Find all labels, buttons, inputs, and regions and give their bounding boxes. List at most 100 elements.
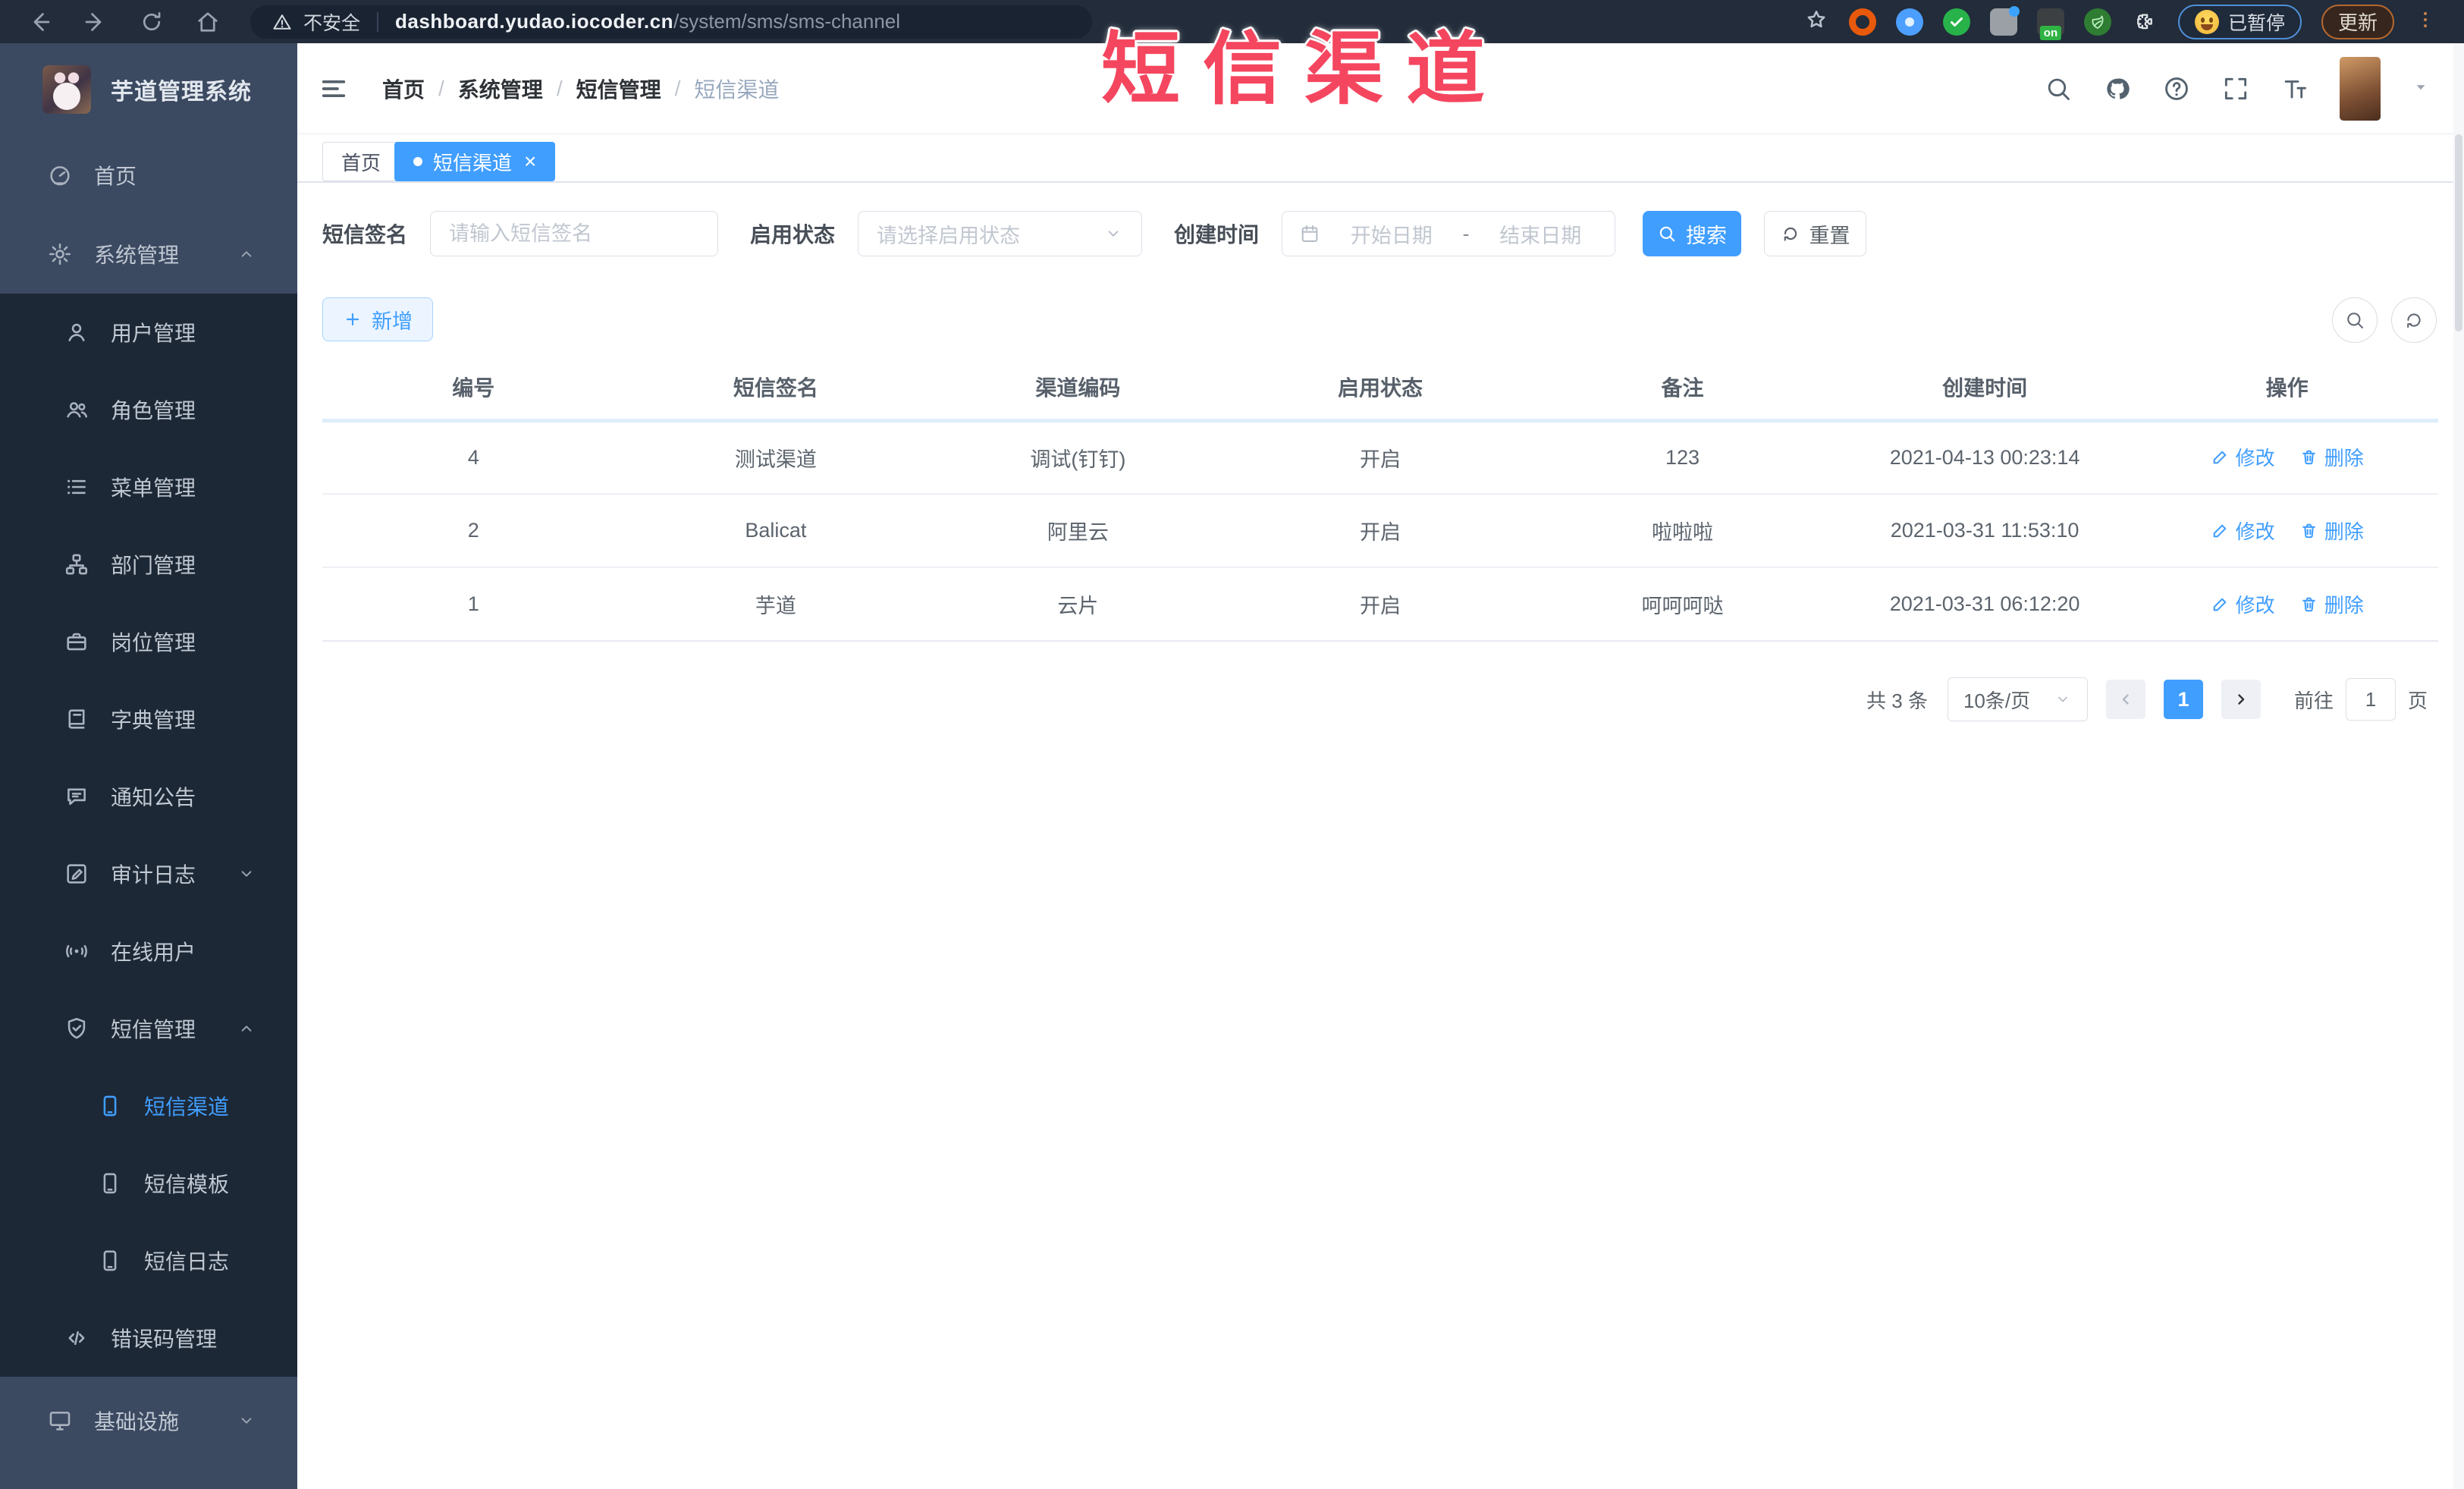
check-extension-icon[interactable] [1942, 8, 1970, 36]
sidebar-item-在线用户[interactable]: 在线用户 [0, 913, 297, 990]
sign-input[interactable] [430, 211, 719, 256]
phone-icon [97, 1093, 123, 1119]
browser-back-icon[interactable] [26, 8, 53, 36]
app-logo-row[interactable]: 芋道管理系统 [0, 43, 297, 136]
next-page-button[interactable] [2221, 680, 2261, 719]
sidebar-item-审计日志[interactable]: 审计日志 [0, 835, 297, 913]
paused-extension-chip[interactable]: 已暂停 [2177, 4, 2302, 39]
browser-menu-icon[interactable] [2414, 8, 2437, 35]
sign-label: 短信签名 [322, 223, 408, 247]
sidebar-item-label: 菜单管理 [111, 476, 196, 500]
goto-page-input[interactable] [2345, 678, 2396, 721]
sidebar-item-基础设施[interactable]: 基础设施 [0, 1381, 297, 1460]
sidebar-item-通知公告[interactable]: 通知公告 [0, 758, 297, 835]
security-label: 不安全 [303, 12, 361, 34]
user-menu-caret-icon[interactable] [2411, 77, 2431, 101]
delete-link[interactable]: 删除 [2299, 443, 2364, 471]
on-badge-extension-icon[interactable]: on [2036, 8, 2064, 40]
delete-link[interactable]: 删除 [2299, 590, 2364, 618]
github-icon[interactable] [2103, 74, 2132, 103]
ring-extension-icon[interactable] [1848, 8, 1876, 36]
breadcrumb-item[interactable]: 首页 [382, 74, 425, 104]
status-select[interactable]: 请选择启用状态 [858, 211, 1143, 256]
paused-label: 已暂停 [2227, 12, 2285, 34]
arrow-left-icon [2117, 690, 2135, 708]
column-header: 启用状态 [1229, 355, 1532, 423]
sidebar-item-label: 系统管理 [94, 243, 180, 267]
tab-close-icon[interactable]: × [524, 151, 536, 172]
plus-icon [343, 309, 363, 329]
sidebar-item-首页[interactable]: 首页 [0, 136, 297, 215]
tab-home[interactable]: 首页 [322, 142, 400, 181]
edit-link[interactable]: 修改 [2211, 590, 2275, 618]
docs-question-icon[interactable] [2162, 74, 2191, 103]
edit-link[interactable]: 修改 [2211, 443, 2275, 471]
table-row: 1 芋道 云片 开启 呵呵呵哒 2021-03-31 06:12:20 修改 删除 [322, 567, 2438, 642]
insecure-warning-icon [272, 11, 293, 33]
sidebar-item-label: 审计日志 [111, 863, 196, 887]
browser-reload-icon[interactable] [138, 8, 165, 36]
column-header: 短信签名 [624, 355, 928, 423]
tab-sms-channel[interactable]: 短信渠道 × [394, 142, 556, 181]
time-label: 创建时间 [1174, 223, 1260, 247]
table-cell: 开启 [1229, 420, 1532, 495]
date-range-picker[interactable]: 开始日期 - 结束日期 [1282, 211, 1616, 256]
app-window: 不安全 dashboard.yudao.iocoder.cn /system/s… [0, 0, 2464, 1489]
sidebar-item-短信渠道[interactable]: 短信渠道 [0, 1067, 297, 1145]
sidebar-item-label: 通知公告 [111, 786, 196, 809]
sidebar-fold-icon[interactable] [319, 74, 349, 108]
search-button[interactable]: 搜索 [1643, 211, 1742, 256]
sidebar-item-错误码管理[interactable]: 错误码管理 [0, 1299, 297, 1377]
user-avatar[interactable] [2340, 57, 2381, 121]
breadcrumb-item: 短信渠道 [694, 78, 780, 102]
breadcrumb-item[interactable]: 短信管理 [576, 74, 661, 104]
sidebar-item-菜单管理[interactable]: 菜单管理 [0, 448, 297, 526]
announcement-icon [64, 784, 89, 809]
tool-extension-icon[interactable] [1989, 5, 2020, 36]
add-button[interactable]: 新增 [322, 297, 433, 341]
breadcrumb-separator: / [438, 77, 444, 100]
browser-home-icon[interactable] [194, 8, 221, 36]
sidebar-item-短信管理[interactable]: 短信管理 [0, 990, 297, 1067]
browser-update-button[interactable]: 更新 [2321, 4, 2394, 39]
sidebar-item-岗位管理[interactable]: 岗位管理 [0, 603, 297, 680]
table-cell: 2021-03-31 11:53:10 [1833, 494, 2136, 568]
edit-link[interactable]: 修改 [2211, 517, 2275, 545]
table-cell: 云片 [927, 567, 1229, 642]
gear-icon [47, 241, 73, 267]
edit-icon [2211, 521, 2230, 540]
sidebar-item-字典管理[interactable]: 字典管理 [0, 680, 297, 758]
sidebar-item-角色管理[interactable]: 角色管理 [0, 371, 297, 448]
breadcrumb-separator: / [674, 77, 681, 100]
status-label: 启用状态 [750, 223, 836, 247]
toggle-search-button[interactable] [2332, 297, 2378, 343]
update-label: 更新 [2337, 11, 2378, 34]
sidebar-item-短信模板[interactable]: 短信模板 [0, 1145, 297, 1222]
sidebar-item-系统管理[interactable]: 系统管理 [0, 215, 297, 294]
sidebar-item-部门管理[interactable]: 部门管理 [0, 526, 297, 603]
range-separator: - [1462, 221, 1470, 245]
sidebar-item-用户管理[interactable]: 用户管理 [0, 294, 297, 371]
plant-extension-icon[interactable] [2083, 8, 2111, 36]
refresh-icon [1781, 224, 1800, 243]
current-page[interactable]: 1 [2163, 680, 2203, 719]
scrollbar-thumb[interactable] [2455, 134, 2462, 331]
puzzle-extension-icon[interactable] [2131, 8, 2158, 36]
header-search-icon[interactable] [2044, 74, 2073, 103]
reset-button[interactable]: 重置 [1764, 211, 1867, 256]
bookmark-star-icon[interactable] [1803, 7, 1829, 36]
font-size-icon[interactable] [2280, 74, 2309, 103]
browser-forward-icon[interactable] [82, 8, 109, 36]
prev-page-button[interactable] [2105, 680, 2145, 719]
sidebar-item-短信日志[interactable]: 短信日志 [0, 1222, 297, 1299]
page-scrollbar[interactable] [2453, 43, 2464, 1489]
pin-extension-icon[interactable] [1895, 8, 1923, 36]
breadcrumb-item[interactable]: 系统管理 [458, 74, 543, 104]
refresh-table-button[interactable] [2391, 297, 2437, 343]
end-date-placeholder: 结束日期 [1499, 224, 1582, 247]
dictionary-icon [64, 706, 89, 732]
page-size-select[interactable]: 10条/页 [1947, 677, 2088, 721]
url-bar[interactable]: 不安全 dashboard.yudao.iocoder.cn /system/s… [250, 5, 1092, 39]
delete-link[interactable]: 删除 [2299, 517, 2364, 545]
fullscreen-icon[interactable] [2221, 74, 2250, 103]
